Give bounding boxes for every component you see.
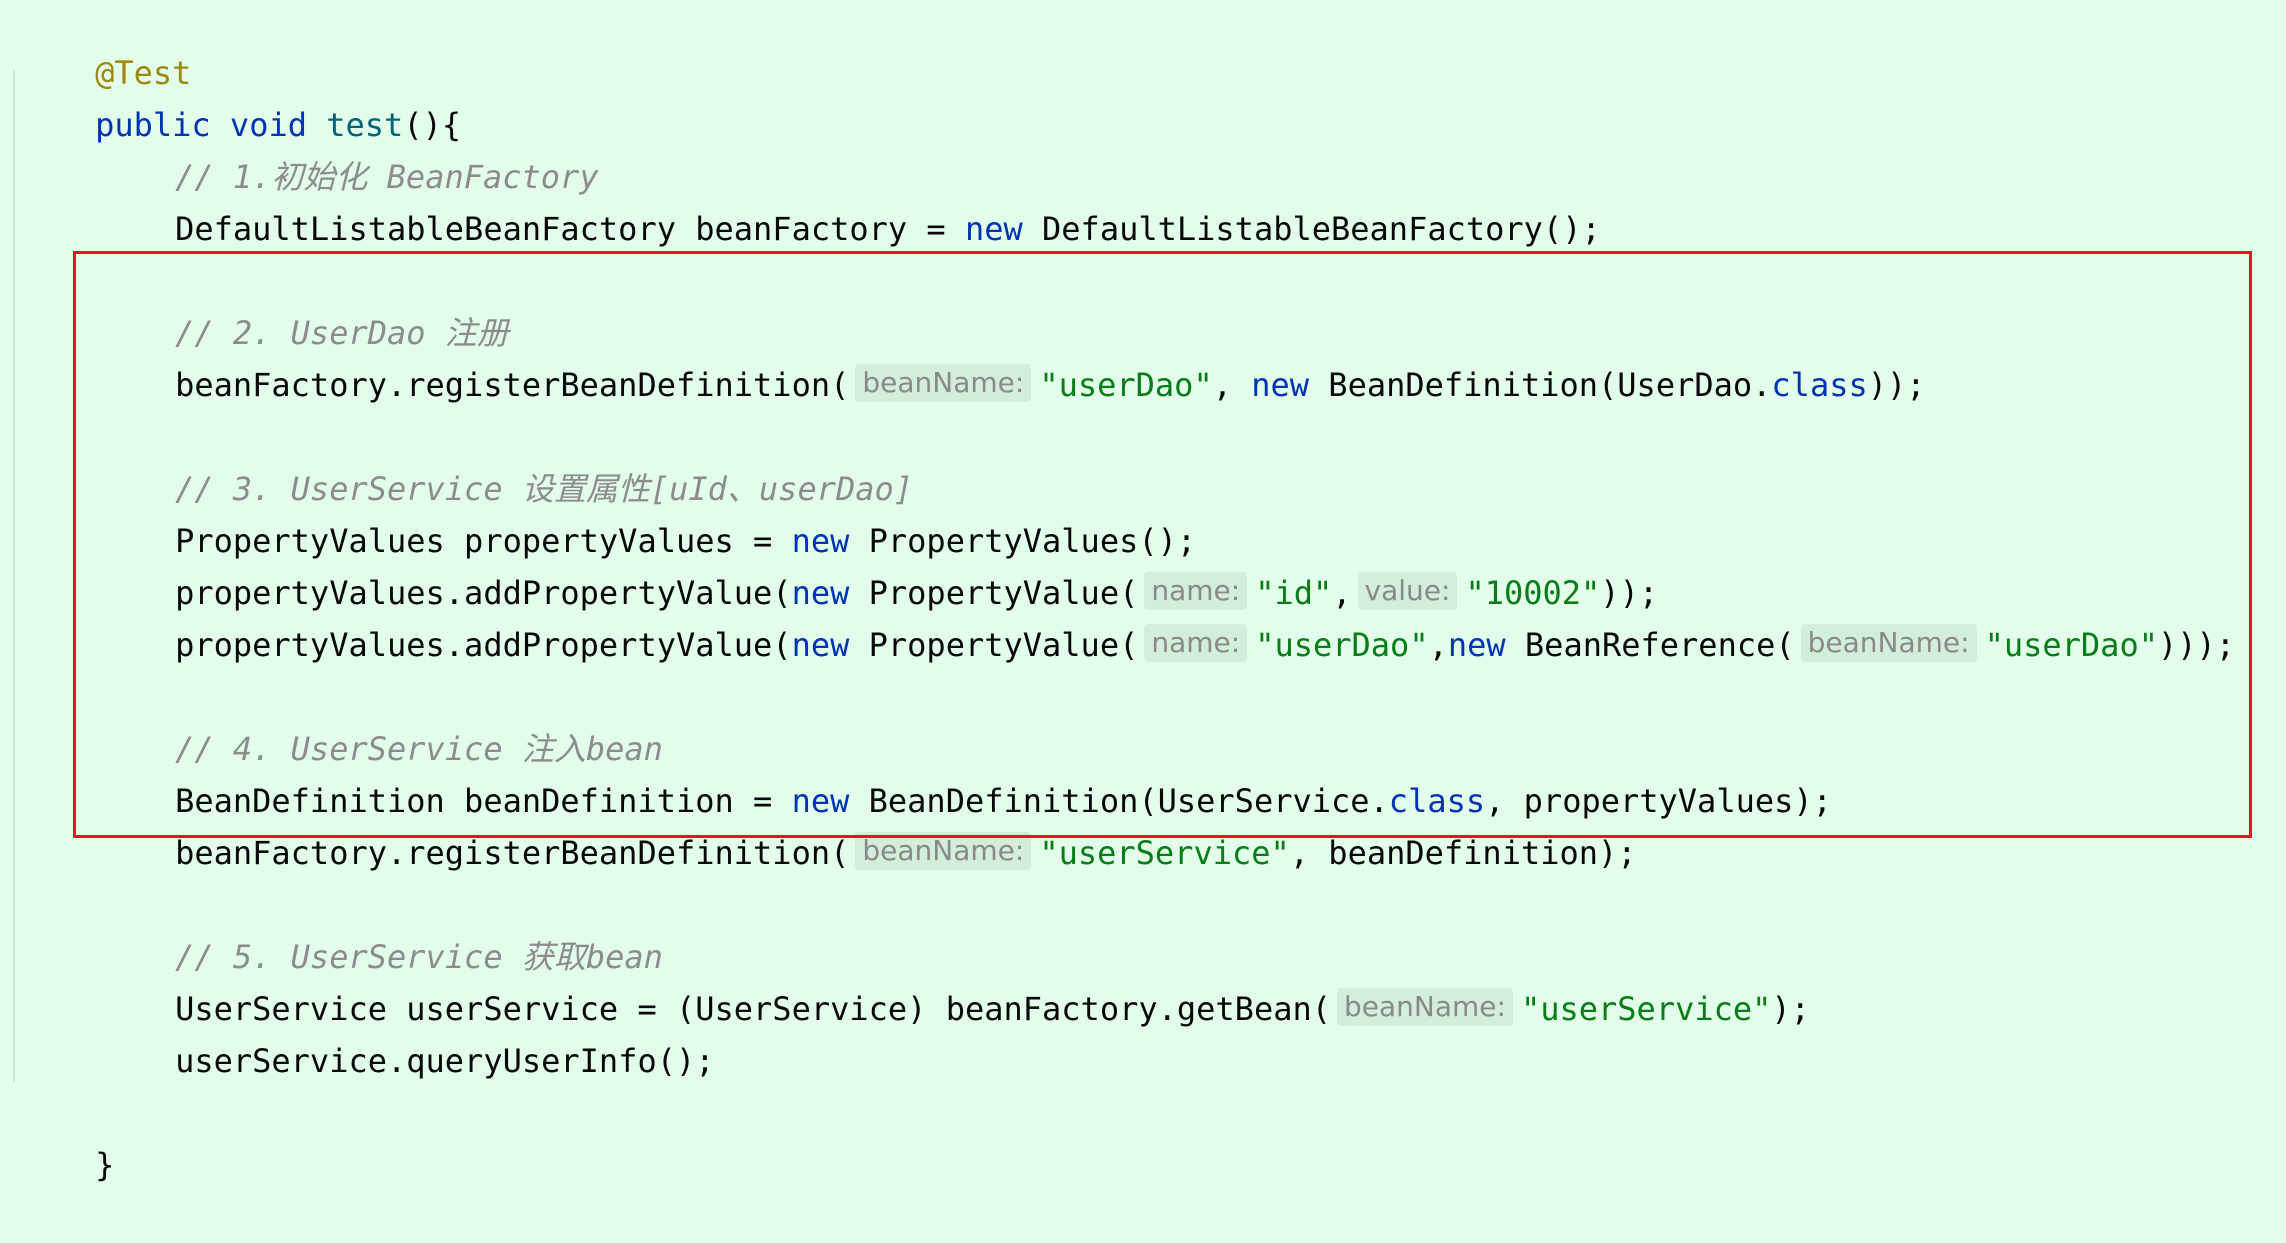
code-line-factory: DefaultListableBeanFactory beanFactory =… <box>98 151 1601 248</box>
parameter-hint: name: <box>1144 624 1248 662</box>
keyword-token: new <box>1251 366 1310 404</box>
code-comment-4: // 4. UserService 注入bean <box>98 671 663 768</box>
code-token: , <box>1428 626 1448 664</box>
code-line-signature: public void test(){ <box>18 47 461 144</box>
code-token: } <box>95 1146 115 1184</box>
code-comment-3: // 3. UserService 设置属性[uId、userDao] <box>98 411 913 508</box>
string-token: "userDao" <box>1039 366 1213 404</box>
string-token: "userDao" <box>1255 626 1429 664</box>
code-token: BeanDefinition(UserDao. <box>1309 366 1772 404</box>
code-line-bd-decl: BeanDefinition beanDefinition = new Bean… <box>98 723 1832 820</box>
code-token: )); <box>1867 366 1926 404</box>
code-line-get-bean: UserService userService = (UserService) … <box>98 931 1810 1028</box>
code-line-closing-brace: } <box>18 1087 114 1184</box>
code-token: PropertyValue( <box>849 626 1139 664</box>
code-token: userService.queryUserInfo(); <box>175 1042 715 1080</box>
code-token: ); <box>1771 990 1810 1028</box>
code-token: beanFactory.registerBeanDefinition( <box>175 834 850 872</box>
code-token: , beanDefinition); <box>1289 834 1637 872</box>
keyword-token: new <box>964 210 1023 248</box>
code-token: propertyValues.addPropertyValue( <box>175 626 792 664</box>
code-line-pv-decl: PropertyValues propertyValues = new Prop… <box>98 463 1196 560</box>
code-line-register-dao: beanFactory.registerBeanDefinition(beanN… <box>98 307 1926 404</box>
code-line-pv-add-dao: propertyValues.addPropertyValue(new Prop… <box>98 567 2235 664</box>
string-token: "userService" <box>1520 990 1772 1028</box>
parameter-hint: beanName: <box>855 832 1032 870</box>
parameter-hint: beanName: <box>855 364 1032 402</box>
code-token: DefaultListableBeanFactory(); <box>1022 210 1601 248</box>
string-token: "userService" <box>1039 834 1290 872</box>
keyword-token: new <box>791 626 850 664</box>
code-line-query: userService.queryUserInfo(); <box>98 983 714 1080</box>
parameter-hint: beanName: <box>1337 988 1513 1026</box>
code-token: beanFactory.registerBeanDefinition( <box>175 366 850 404</box>
code-token: BeanReference( <box>1505 626 1795 664</box>
string-token: "userDao" <box>1984 626 2158 664</box>
code-line-pv-add-id: propertyValues.addPropertyValue(new Prop… <box>98 515 1658 612</box>
code-line-annotation: @Test <box>18 0 191 92</box>
code-token: , <box>1212 366 1252 404</box>
keyword-token: class <box>1771 366 1868 404</box>
parameter-hint: beanName: <box>1800 624 1977 662</box>
indent-guide <box>13 70 15 1082</box>
code-comment-5: // 5. UserService 获取bean <box>98 879 663 976</box>
keyword-token: new <box>1447 626 1506 664</box>
code-comment-2: // 2. UserDao 注册 <box>98 255 509 352</box>
code-token: ))); <box>2157 626 2236 664</box>
code-comment-1: // 1.初始化 BeanFactory <box>98 99 599 196</box>
code-editor[interactable]: @Test public void test(){ // 1.初始化 BeanF… <box>0 0 2286 1184</box>
code-token: DefaultListableBeanFactory beanFactory = <box>175 210 965 248</box>
code-line-register-service: beanFactory.registerBeanDefinition(beanN… <box>98 775 1637 872</box>
